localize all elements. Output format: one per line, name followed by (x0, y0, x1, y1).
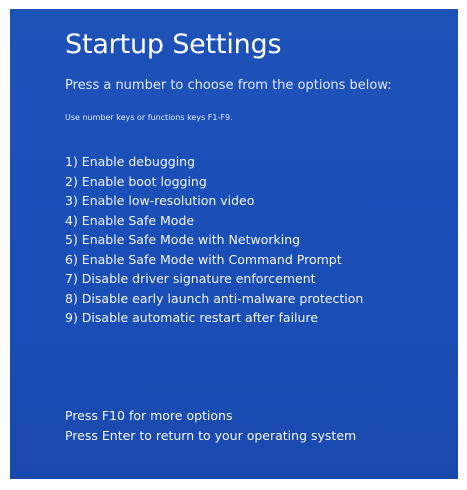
option-enable-boot-logging[interactable]: 2) Enable boot logging (65, 172, 363, 192)
startup-settings-screen: Startup Settings Press a number to choos… (10, 9, 458, 479)
more-options-prompt[interactable]: Press F10 for more options (65, 406, 356, 426)
return-to-os-prompt[interactable]: Press Enter to return to your operating … (65, 426, 356, 446)
option-disable-driver-signature-enforcement[interactable]: 7) Disable driver signature enforcement (65, 269, 363, 289)
option-enable-safe-mode-networking[interactable]: 5) Enable Safe Mode with Networking (65, 230, 363, 250)
key-hint-text: Use number keys or functions keys F1-F9. (65, 113, 233, 122)
footer: Press F10 for more options Press Enter t… (65, 406, 356, 446)
page-title: Startup Settings (65, 29, 282, 60)
instruction-text: Press a number to choose from the option… (65, 78, 392, 93)
option-enable-debugging[interactable]: 1) Enable debugging (65, 152, 363, 172)
option-disable-automatic-restart[interactable]: 9) Disable automatic restart after failu… (65, 308, 363, 328)
option-disable-early-launch-anti-malware[interactable]: 8) Disable early launch anti-malware pro… (65, 289, 363, 309)
option-enable-low-resolution-video[interactable]: 3) Enable low-resolution video (65, 191, 363, 211)
option-enable-safe-mode[interactable]: 4) Enable Safe Mode (65, 211, 363, 231)
option-enable-safe-mode-command-prompt[interactable]: 6) Enable Safe Mode with Command Prompt (65, 250, 363, 270)
startup-options-list: 1) Enable debugging 2) Enable boot loggi… (65, 152, 363, 328)
